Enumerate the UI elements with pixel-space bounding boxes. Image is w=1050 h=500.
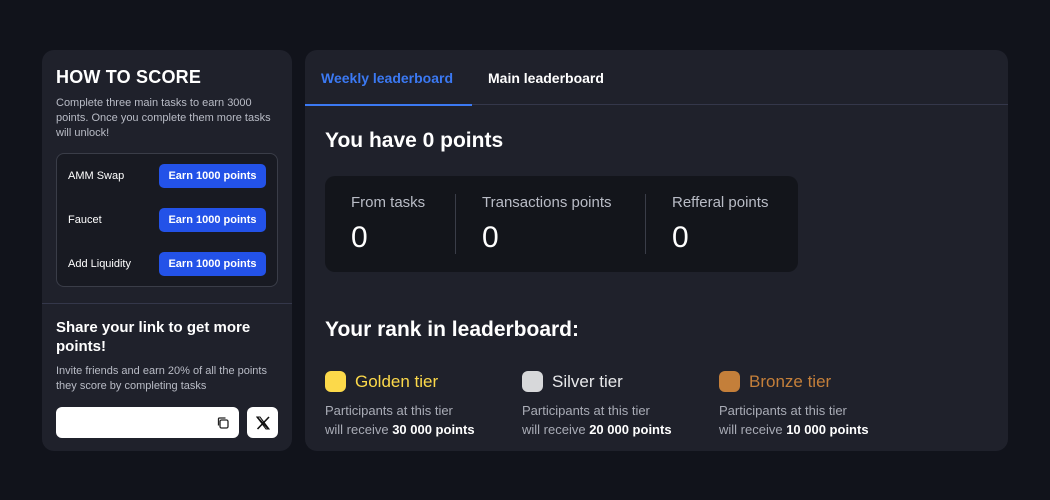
- earn-points-button-add-liquidity[interactable]: Earn 1000 points: [159, 252, 266, 276]
- stat-label: Transactions points: [482, 194, 612, 211]
- points-total-title: You have 0 points: [325, 129, 504, 152]
- stat-value: 0: [482, 221, 499, 254]
- tier-silver: Silver tier Participants at this tier wi…: [522, 371, 719, 439]
- stat-value: 0: [351, 221, 368, 254]
- tier-desc-prefix: Participants at this tier: [325, 403, 453, 418]
- tier-description: Participants at this tier will receive 2…: [522, 401, 719, 439]
- share-description: Invite friends and earn 20% of all the p…: [56, 365, 267, 392]
- tab-weekly-leaderboard[interactable]: Weekly leaderboard: [305, 50, 472, 106]
- tier-header: Silver tier: [522, 371, 719, 392]
- golden-tier-icon: [325, 371, 346, 392]
- share-on-x-button[interactable]: [247, 407, 278, 438]
- tier-header: Bronze tier: [719, 371, 916, 392]
- tier-description: Participants at this tier will receive 1…: [719, 401, 916, 439]
- task-row-faucet: Faucet Earn 1000 points: [68, 203, 266, 237]
- copy-icon[interactable]: [216, 416, 230, 430]
- rank-title: Your rank in leaderboard:: [325, 318, 579, 341]
- how-to-score-description: Complete three main tasks to earn 3000 p…: [56, 97, 271, 139]
- tab-main-leaderboard[interactable]: Main leaderboard: [472, 50, 620, 105]
- tier-desc-prefix: Participants at this tier: [719, 403, 847, 418]
- task-row-add-liquidity: Add Liquidity Earn 1000 points: [68, 247, 266, 281]
- tier-desc-mid: will receive: [522, 422, 590, 437]
- task-list: AMM Swap Earn 1000 points Faucet Earn 10…: [56, 153, 278, 287]
- share-title: Share your link to get more points!: [56, 319, 251, 355]
- task-label: Add Liquidity: [68, 258, 131, 270]
- leaderboard-panel: Weekly leaderboard Main leaderboard You …: [305, 50, 1008, 451]
- stat-from-tasks: From tasks 0: [325, 194, 455, 254]
- stat-label: From tasks: [351, 194, 426, 211]
- how-to-score-title: HOW TO SCORE: [56, 67, 202, 87]
- tier-reward: 30 000 points: [392, 422, 475, 437]
- tier-desc-prefix: Participants at this tier: [522, 403, 650, 418]
- share-link-row: [56, 407, 278, 438]
- tier-reward: 20 000 points: [589, 422, 672, 437]
- tier-list: Golden tier Participants at this tier wi…: [325, 371, 1008, 439]
- share-section: Share your link to get more points! Invi…: [42, 304, 292, 438]
- task-label: AMM Swap: [68, 170, 125, 182]
- referral-link-input[interactable]: [56, 407, 217, 438]
- points-breakdown: From tasks 0 Transactions points 0 Reffe…: [325, 176, 798, 272]
- stat-label: Refferal points: [672, 194, 769, 211]
- stat-referral-points: Refferal points 0: [645, 194, 795, 254]
- stat-value: 0: [672, 221, 689, 254]
- tier-desc-mid: will receive: [719, 422, 787, 437]
- tier-name: Silver tier: [552, 371, 623, 391]
- tier-name: Golden tier: [355, 371, 439, 391]
- tier-name: Bronze tier: [749, 371, 832, 391]
- earn-points-button-faucet[interactable]: Earn 1000 points: [159, 208, 266, 232]
- tier-description: Participants at this tier will receive 3…: [325, 401, 522, 439]
- tier-header: Golden tier: [325, 371, 522, 392]
- referral-link-field: [56, 407, 240, 438]
- bronze-tier-icon: [719, 371, 740, 392]
- silver-tier-icon: [522, 371, 543, 392]
- task-row-amm-swap: AMM Swap Earn 1000 points: [68, 159, 266, 193]
- tier-bronze: Bronze tier Participants at this tier wi…: [719, 371, 916, 439]
- score-section: HOW TO SCORE Complete three main tasks t…: [42, 50, 292, 303]
- leaderboard-tabs: Weekly leaderboard Main leaderboard: [305, 50, 1008, 106]
- tier-reward: 10 000 points: [786, 422, 869, 437]
- tier-golden: Golden tier Participants at this tier wi…: [325, 371, 522, 439]
- x-logo-icon: [255, 415, 270, 430]
- tier-desc-mid: will receive: [325, 422, 393, 437]
- how-to-score-panel: HOW TO SCORE Complete three main tasks t…: [42, 50, 292, 451]
- stat-transactions-points: Transactions points 0: [455, 194, 645, 254]
- task-label: Faucet: [68, 214, 102, 226]
- earn-points-button-amm-swap[interactable]: Earn 1000 points: [159, 164, 266, 188]
